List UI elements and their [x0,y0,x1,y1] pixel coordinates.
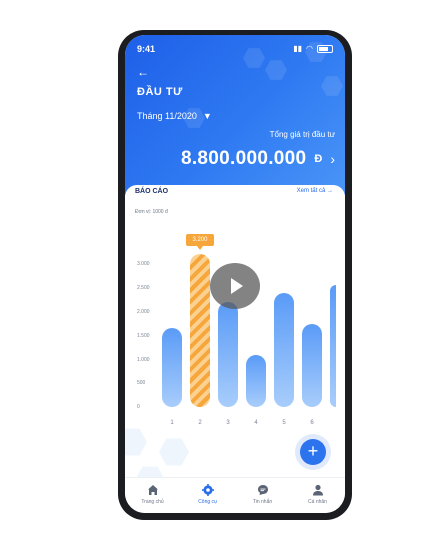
nav-label: Tin nhắn [252,499,273,505]
y-tick-label: 1.000 [137,357,150,363]
total-value: 8.800.000.000 [180,148,307,169]
app-screen: 9:41 ▮▮ ◠ ← ĐẦU TƯ Tháng 11/2020 ▼ Tổng … [125,35,345,513]
chart-bar[interactable] [190,254,210,407]
status-icons: ▮▮ ◠ [293,44,333,53]
x-tick-label: 2 [198,420,202,426]
total-label: Tổng giá trị đầu tư [269,130,335,139]
total-investment[interactable]: 8.800.000.000 Đ › [181,148,335,170]
see-all-link[interactable]: Xem tất cả → [297,188,333,194]
nav-label: Cá nhân [308,499,327,505]
x-tick-label: 6 [310,420,314,426]
y-tick-label: 3.000 [137,261,150,267]
decor-hex [265,60,287,80]
gear-icon [201,484,214,496]
battery-icon [317,44,333,53]
chevron-right-icon: › [330,151,335,167]
bottom-nav: Trang chủ Công cụ Tin nhắn Cá nhân [125,477,345,513]
x-tick-label: 3 [226,420,230,426]
y-tick-label: 0 [137,404,140,410]
play-button[interactable] [210,263,260,309]
y-tick-label: 2.500 [137,285,150,291]
nav-label: Trang chủ [141,499,164,505]
page-title: ĐẦU TƯ [137,86,183,98]
unit-label: Đơn vị: 1000 đ [135,209,168,215]
currency: Đ [314,153,323,165]
back-arrow-icon[interactable]: ← [137,65,149,79]
nav-item-home[interactable]: Trang chủ [125,478,180,513]
chat-icon [257,485,268,495]
y-tick-label: 500 [137,380,146,386]
chart-bar[interactable] [218,302,238,407]
nav-label: Công cụ [198,499,217,505]
chart-bar[interactable] [302,324,322,407]
x-tick-label: 5 [282,420,286,426]
month-value: Tháng 11/2020 [137,111,197,121]
x-tick-label: 4 [254,420,258,426]
chart-bar[interactable] [162,328,182,407]
caret-down-icon: ▼ [202,111,212,121]
report-title: BÁO CÁO [135,188,169,195]
chart-bar [330,285,336,407]
nav-item-tools[interactable]: Công cụ [180,478,235,513]
decor-hex [321,76,343,96]
chart-bar[interactable] [274,293,294,407]
month-selector[interactable]: Tháng 11/2020 ▼ [137,111,212,121]
nav-item-profile[interactable]: Cá nhân [290,478,345,513]
signal-icon: ▮▮ [293,44,303,53]
x-tick-label: 1 [170,420,174,426]
decor-hex [243,48,265,68]
wifi-icon: ◠ [306,44,313,53]
home-icon [147,485,158,495]
header: 9:41 ▮▮ ◠ ← ĐẦU TƯ Tháng 11/2020 ▼ Tổng … [125,35,345,195]
nav-item-messages[interactable]: Tin nhắn [235,478,290,513]
add-button[interactable]: + [300,439,326,465]
chart-bar[interactable] [246,355,266,407]
y-tick-label: 2.000 [137,309,150,315]
value-tooltip: 3.200 [186,234,214,250]
status-time: 9:41 [137,44,156,54]
y-tick-label: 1.500 [137,333,150,339]
user-icon [312,484,323,496]
